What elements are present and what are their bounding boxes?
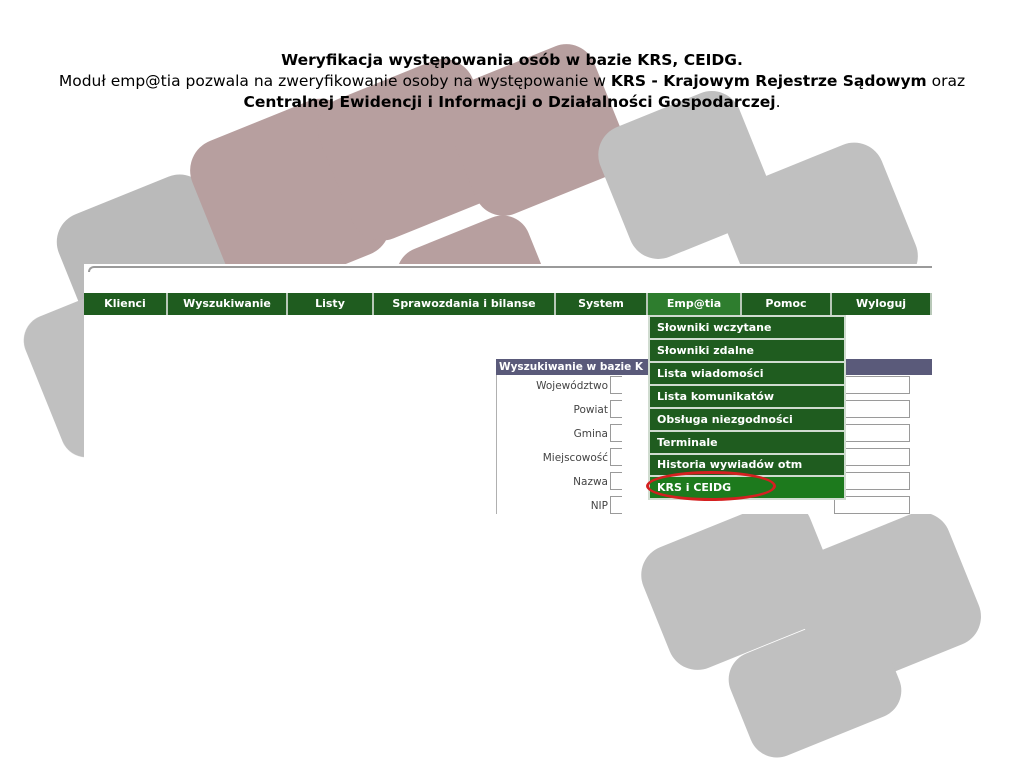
main-menu-bar: Klienci Wyszukiwanie Listy Sprawozdania … bbox=[84, 293, 932, 315]
dropdown-item-krs-ceidg[interactable]: KRS i CEIDG bbox=[646, 471, 846, 501]
dropdown-item-historia-label: Historia wywiadów otm bbox=[657, 458, 803, 471]
label-gmina: Gmina bbox=[573, 428, 608, 440]
menu-item-pomoc[interactable]: Pomoc bbox=[742, 293, 832, 315]
menu-item-wyloguj[interactable]: Wyloguj bbox=[832, 293, 932, 315]
description-end: . bbox=[775, 93, 781, 111]
dropdown-item-slowniki-wczytane[interactable]: Słowniki wczytane bbox=[648, 315, 846, 340]
empatia-dropdown-menu: Słowniki wczytane Słowniki zdalne Lista … bbox=[646, 315, 846, 501]
menu-item-empatia[interactable]: Emp@tia bbox=[648, 293, 742, 315]
slide-title: Weryfikacja występowania osób w bazie KR… bbox=[281, 51, 743, 69]
label-nip: NIP bbox=[590, 500, 608, 512]
slide-caption: Weryfikacja występowania osób w bazie KR… bbox=[40, 50, 984, 113]
menu-item-system[interactable]: System bbox=[556, 293, 648, 315]
menu-item-sprawozdania[interactable]: Sprawozdania i bilanse bbox=[374, 293, 556, 315]
dropdown-item-krs-ceidg-label: KRS i CEIDG bbox=[657, 481, 732, 494]
nip-input[interactable] bbox=[610, 496, 622, 514]
menu-item-listy[interactable]: Listy bbox=[288, 293, 374, 315]
label-powiat: Powiat bbox=[573, 404, 608, 416]
description-text-1: Moduł emp@tia pozwala na zweryfikowanie … bbox=[58, 72, 611, 90]
menu-item-klienci[interactable]: Klienci bbox=[84, 293, 168, 315]
description-krs: KRS - Krajowym Rejestrze Sądowym bbox=[610, 72, 927, 90]
label-miejscowosc: Miejscowość bbox=[542, 452, 608, 464]
wojewodztwo-input[interactable] bbox=[610, 376, 622, 394]
dropdown-item-terminale[interactable]: Terminale bbox=[648, 432, 846, 455]
powiat-input[interactable] bbox=[610, 400, 622, 418]
dropdown-item-lista-komunikatow[interactable]: Lista komunikatów bbox=[648, 386, 846, 409]
description-text-2: oraz bbox=[926, 72, 966, 90]
description-ceidg: Centralnej Ewidencji i Informacji o Dzia… bbox=[243, 93, 776, 111]
window-frame bbox=[88, 266, 932, 272]
dropdown-item-historia-wywiadow[interactable]: Historia wywiadów otm bbox=[648, 455, 846, 477]
miejscowosc-input[interactable] bbox=[610, 448, 622, 466]
menu-item-wyszukiwanie[interactable]: Wyszukiwanie bbox=[168, 293, 288, 315]
gmina-input[interactable] bbox=[610, 424, 622, 442]
dropdown-item-slowniki-zdalne[interactable]: Słowniki zdalne bbox=[648, 340, 846, 363]
app-screenshot: Klienci Wyszukiwanie Listy Sprawozdania … bbox=[84, 264, 932, 514]
search-form-label-column bbox=[496, 375, 611, 514]
slide-description: Moduł emp@tia pozwala na zweryfikowanie … bbox=[40, 71, 984, 113]
nazwa-input[interactable] bbox=[610, 472, 622, 490]
dropdown-item-lista-wiadomosci[interactable]: Lista wiadomości bbox=[648, 363, 846, 386]
label-nazwa: Nazwa bbox=[573, 476, 608, 488]
label-wojewodztwo: Województwo bbox=[536, 380, 608, 392]
dropdown-item-obsluga-niezgodnosci[interactable]: Obsługa niezgodności bbox=[648, 409, 846, 432]
